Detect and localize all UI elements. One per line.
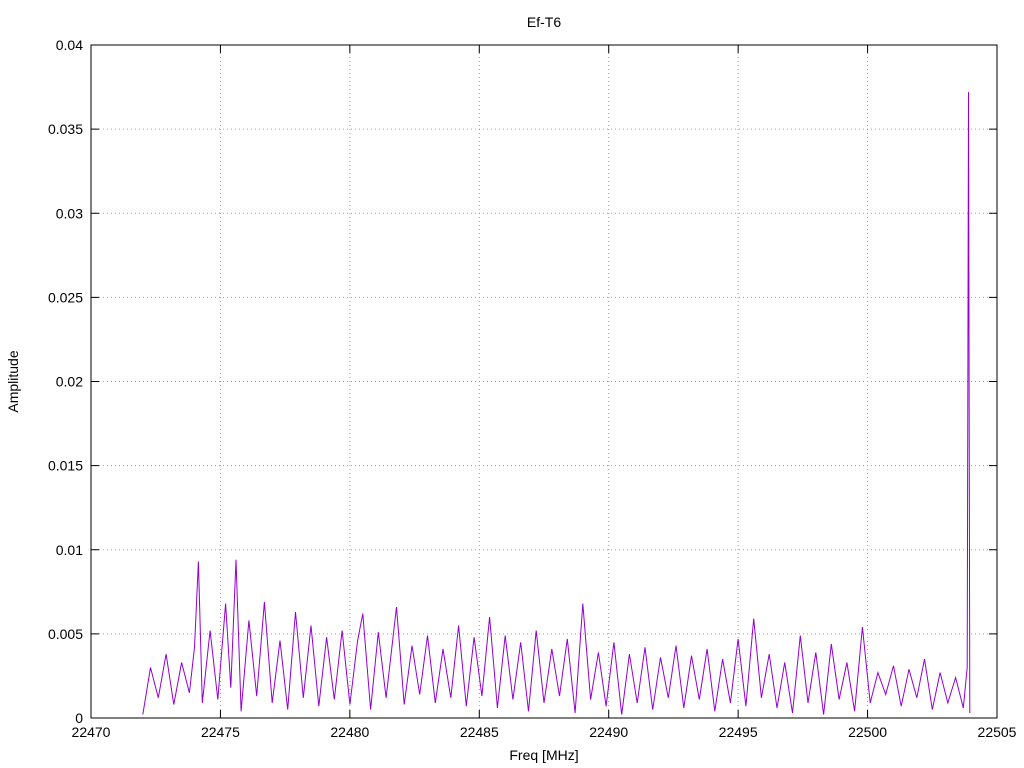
y-tick-label: 0.03 bbox=[56, 205, 83, 221]
x-tick-label: 22500 bbox=[848, 724, 887, 740]
series-line bbox=[142, 92, 971, 715]
x-tick-label: 22475 bbox=[201, 724, 240, 740]
y-tick-label: 0.025 bbox=[48, 289, 83, 305]
x-tick-label: 22485 bbox=[460, 724, 499, 740]
y-tick-label: 0.005 bbox=[48, 626, 83, 642]
y-tick-label: 0 bbox=[75, 710, 83, 726]
y-axis-title: Amplitude bbox=[5, 350, 21, 412]
y-tick-label: 0.01 bbox=[56, 542, 83, 558]
x-tick-label: 22480 bbox=[330, 724, 369, 740]
series-layer bbox=[142, 92, 971, 715]
y-tick-label: 0.02 bbox=[56, 374, 83, 390]
x-axis-title: Freq [MHz] bbox=[509, 747, 578, 763]
x-tick-label: 22490 bbox=[589, 724, 628, 740]
x-tick-label: 22495 bbox=[719, 724, 758, 740]
x-tick-label: 22505 bbox=[978, 724, 1017, 740]
y-tick-label: 0.04 bbox=[56, 37, 83, 53]
chart: 22470 22475 22480 22485 22490 22495 22500 22505… bbox=[5, 14, 1017, 763]
y-tick-label: 0.015 bbox=[48, 458, 83, 474]
chart-title: Ef-T6 bbox=[527, 14, 561, 30]
tick-layer: 22470 22475 22480 22485 22490 22495 22500 22505… bbox=[48, 37, 1017, 740]
y-tick-label: 0.035 bbox=[48, 121, 83, 137]
x-tick-label: 22470 bbox=[72, 724, 111, 740]
